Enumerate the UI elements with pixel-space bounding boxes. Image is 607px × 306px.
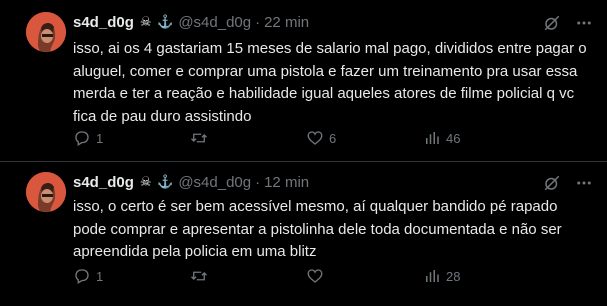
separator-dot: · [255, 173, 261, 191]
views-button[interactable]: 28 [423, 267, 460, 285]
post-text: isso, o certo é ser bem acessível mesmo,… [73, 198, 562, 260]
reply-button[interactable]: 1 [73, 129, 103, 147]
post-1[interactable]: s4d_d0g ☠ ⚓ @s4d_d0g · 22 min isso, ai o… [0, 0, 607, 156]
timestamp[interactable]: 22 min [264, 14, 309, 31]
display-name[interactable]: s4d_d0g [73, 14, 134, 31]
like-icon [307, 131, 323, 145]
more-icon[interactable] [575, 14, 593, 32]
like-icon [307, 269, 323, 283]
like-count: 6 [329, 130, 337, 146]
repost-button[interactable] [190, 267, 213, 285]
display-name[interactable]: s4d_d0g [73, 174, 134, 191]
action-bar: 1 28 [73, 267, 513, 287]
repost-icon [191, 271, 207, 281]
top-actions [543, 14, 593, 32]
repost-icon [191, 133, 207, 143]
view-count: 46 [446, 130, 461, 146]
reply-icon [75, 131, 89, 146]
views-button[interactable]: 46 [423, 129, 460, 147]
like-button[interactable]: 6 [306, 129, 336, 147]
action-bar: 1 6 46 [73, 129, 513, 149]
avatar[interactable] [26, 172, 66, 212]
grok-icon[interactable] [543, 174, 561, 192]
post-header: s4d_d0g ☠ ⚓ @s4d_d0g · 12 min [73, 172, 309, 192]
name-badges: ☠ ⚓ [139, 14, 175, 29]
reply-icon [75, 269, 89, 284]
separator-dot: · [255, 13, 261, 31]
handle[interactable]: @s4d_d0g [178, 174, 251, 191]
grok-icon[interactable] [543, 14, 561, 32]
more-icon[interactable] [575, 174, 593, 192]
avatar[interactable] [26, 12, 66, 52]
repost-button[interactable] [190, 129, 213, 147]
post-2[interactable]: s4d_d0g ☠ ⚓ @s4d_d0g · 12 min isso, o ce… [0, 162, 607, 306]
name-badges: ☠ ⚓ [139, 174, 175, 189]
like-button[interactable] [306, 267, 329, 285]
post-text: isso, ai os 4 gastariam 15 meses de sala… [73, 40, 587, 125]
handle[interactable]: @s4d_d0g [178, 14, 251, 31]
views-icon [426, 270, 439, 282]
post-header: s4d_d0g ☠ ⚓ @s4d_d0g · 22 min [73, 12, 309, 32]
reply-count: 1 [96, 268, 104, 284]
reply-button[interactable]: 1 [73, 267, 103, 285]
views-icon [426, 132, 439, 144]
reply-count: 1 [96, 130, 104, 146]
timestamp[interactable]: 12 min [264, 174, 309, 191]
top-actions [543, 174, 593, 192]
view-count: 28 [446, 268, 461, 284]
